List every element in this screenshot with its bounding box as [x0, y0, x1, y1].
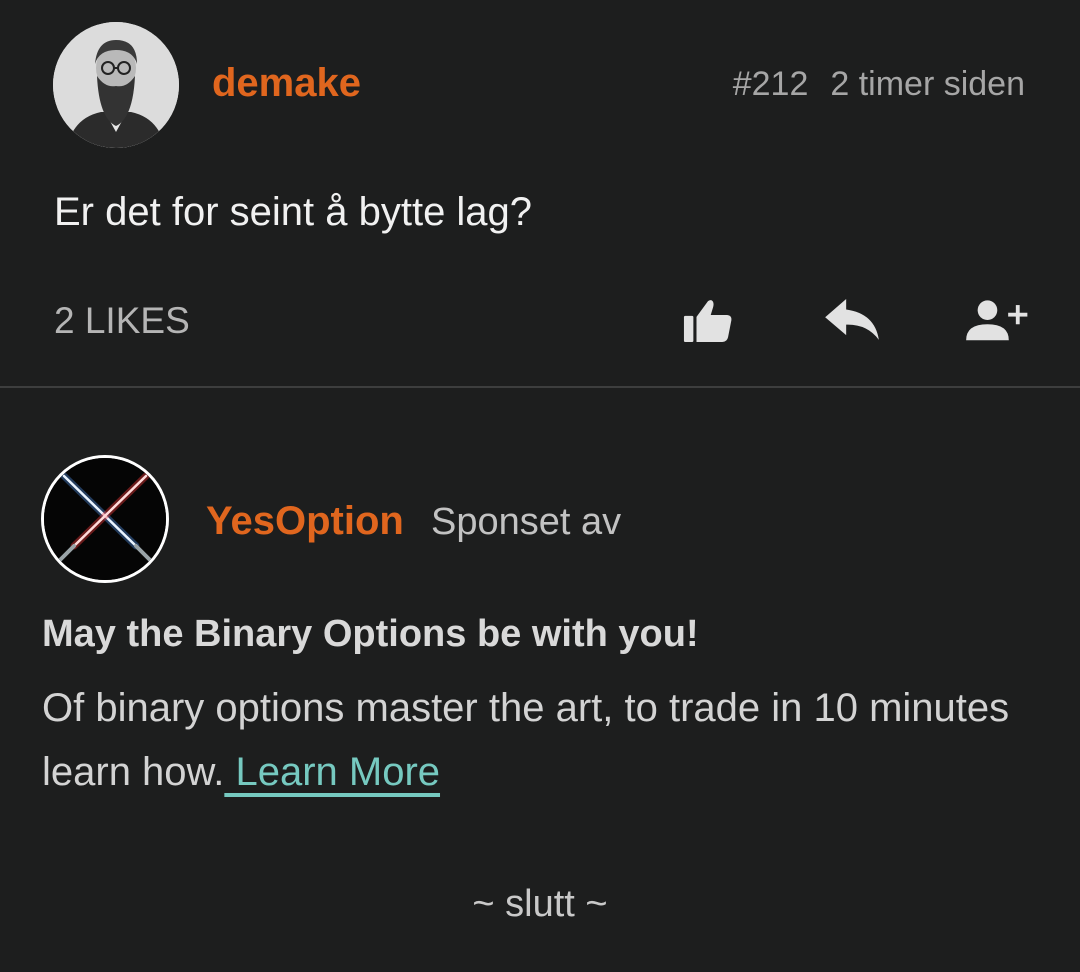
advertiser-avatar[interactable]: [41, 455, 169, 583]
add-user-icon: [966, 300, 1028, 341]
sponsored-label: Sponset av: [431, 501, 622, 543]
crossed-lightsabers-icon: [44, 458, 166, 580]
ad-title[interactable]: May the Binary Options be with you!: [42, 611, 699, 657]
post-username[interactable]: demake: [212, 60, 361, 106]
ad-body-text: Of binary options master the art, to tra…: [42, 686, 1010, 794]
post-text: Er det for seint å bytte lag?: [54, 190, 533, 234]
reply-button[interactable]: [812, 290, 892, 350]
post-card: demake #212 2 timer siden Er det for sein…: [0, 0, 1080, 386]
end-of-thread-label: ~ slutt ~: [472, 883, 608, 925]
likes-count[interactable]: 2 LIKES: [54, 300, 190, 342]
post-meta: #212 2 timer siden: [733, 64, 1025, 104]
follow-button[interactable]: [956, 290, 1036, 350]
ad-body: Of binary options master the art, to tra…: [42, 676, 1042, 804]
post-number: #212: [732, 65, 809, 103]
post-divider: [0, 386, 1080, 388]
thumbs-up-icon: [683, 300, 732, 342]
portrait-image: [53, 22, 179, 148]
reply-icon: [825, 299, 879, 340]
like-button[interactable]: [668, 290, 748, 350]
post-timestamp: 2 timer siden: [830, 65, 1025, 103]
advertiser-name[interactable]: YesOption: [206, 498, 404, 544]
learn-more-link[interactable]: Learn More: [224, 750, 440, 794]
user-avatar[interactable]: [53, 22, 179, 148]
